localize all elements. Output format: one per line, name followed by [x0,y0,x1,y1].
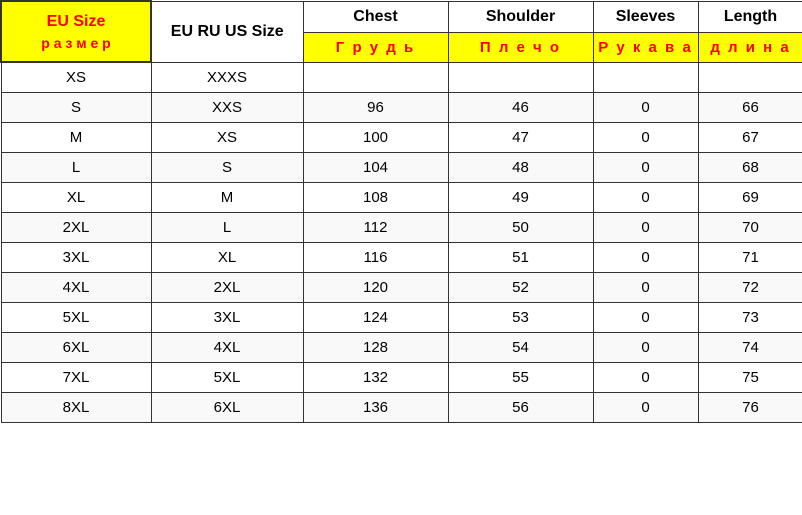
sleeves-cell: 0 [593,153,698,183]
table-row: 8XL6XL13656076 [1,393,802,423]
rurus-cell: XXXS [151,62,303,93]
sleeves-cell: 0 [593,393,698,423]
sleeves-cell: 0 [593,333,698,363]
eu-ru-us-header: EU RU US Size [151,1,303,62]
length-header-en: Length [698,1,802,32]
sleeves-cell: 0 [593,303,698,333]
rurus-cell: XL [151,243,303,273]
table-row: 6XL4XL12854074 [1,333,802,363]
rurus-cell: XXS [151,93,303,123]
rurus-cell: L [151,213,303,243]
eu-size-header: EU Size р а з м е р [1,1,151,62]
rurus-cell: 2XL [151,273,303,303]
length-cell: 69 [698,183,802,213]
chest-header-en: Chest [303,1,448,32]
chest-cell: 112 [303,213,448,243]
sleeves-cell: 0 [593,123,698,153]
chest-cell: 108 [303,183,448,213]
length-cell: 75 [698,363,802,393]
rurus-cell: 6XL [151,393,303,423]
shoulder-cell: 49 [448,183,593,213]
eu-size-cell: M [1,123,151,153]
length-cell: 67 [698,123,802,153]
table-row: 4XL2XL12052072 [1,273,802,303]
table-row: MXS10047067 [1,123,802,153]
table-row: SXXS9646066 [1,93,802,123]
eu-size-cell: 6XL [1,333,151,363]
shoulder-cell: 51 [448,243,593,273]
length-cell: 74 [698,333,802,363]
table-row: 5XL3XL12453073 [1,303,802,333]
sleeves-cell: 0 [593,243,698,273]
rurus-cell: 5XL [151,363,303,393]
sleeves-header-ru: Р у к а в а [593,32,698,62]
table-row: LS10448068 [1,153,802,183]
shoulder-header-ru: П л е ч о [448,32,593,62]
length-cell: 68 [698,153,802,183]
chest-cell: 124 [303,303,448,333]
eu-size-cell: XS [1,62,151,93]
shoulder-cell: 54 [448,333,593,363]
shoulder-cell: 56 [448,393,593,423]
table-row: 3XLXL11651071 [1,243,802,273]
shoulder-cell: 53 [448,303,593,333]
table-row: XSXXXS [1,62,802,93]
eu-size-cell: S [1,93,151,123]
chest-cell: 128 [303,333,448,363]
sleeves-cell [593,62,698,93]
shoulder-cell [448,62,593,93]
chest-cell: 136 [303,393,448,423]
eu-size-cell: XL [1,183,151,213]
chest-cell: 132 [303,363,448,393]
length-cell [698,62,802,93]
chest-cell: 100 [303,123,448,153]
shoulder-cell: 47 [448,123,593,153]
length-header-ru: д л и н а [698,32,802,62]
chest-header-ru: Г р у д ь [303,32,448,62]
sleeves-header-en: Sleeves [593,1,698,32]
eu-size-cell: 4XL [1,273,151,303]
eu-size-cell: 2XL [1,213,151,243]
sleeves-cell: 0 [593,273,698,303]
shoulder-cell: 46 [448,93,593,123]
chest-cell: 120 [303,273,448,303]
sleeves-cell: 0 [593,363,698,393]
eu-size-cell: 3XL [1,243,151,273]
eu-size-cell: 5XL [1,303,151,333]
table-row: 7XL5XL13255075 [1,363,802,393]
shoulder-cell: 48 [448,153,593,183]
sleeves-cell: 0 [593,183,698,213]
shoulder-cell: 52 [448,273,593,303]
rurus-cell: XS [151,123,303,153]
eu-size-cell: L [1,153,151,183]
chest-cell [303,62,448,93]
eu-size-cell: 8XL [1,393,151,423]
shoulder-header-en: Shoulder [448,1,593,32]
shoulder-cell: 50 [448,213,593,243]
rurus-cell: M [151,183,303,213]
rurus-cell: 4XL [151,333,303,363]
length-cell: 73 [698,303,802,333]
chest-cell: 104 [303,153,448,183]
length-cell: 76 [698,393,802,423]
shoulder-cell: 55 [448,363,593,393]
length-cell: 71 [698,243,802,273]
table-row: 2XLL11250070 [1,213,802,243]
rurus-cell: S [151,153,303,183]
length-cell: 70 [698,213,802,243]
sleeves-cell: 0 [593,213,698,243]
eu-size-cell: 7XL [1,363,151,393]
chest-cell: 116 [303,243,448,273]
rurus-cell: 3XL [151,303,303,333]
chest-cell: 96 [303,93,448,123]
size-chart: EU Size р а з м е р EU RU US Size Chest … [0,0,802,423]
length-cell: 72 [698,273,802,303]
length-cell: 66 [698,93,802,123]
sleeves-cell: 0 [593,93,698,123]
table-row: XLM10849069 [1,183,802,213]
